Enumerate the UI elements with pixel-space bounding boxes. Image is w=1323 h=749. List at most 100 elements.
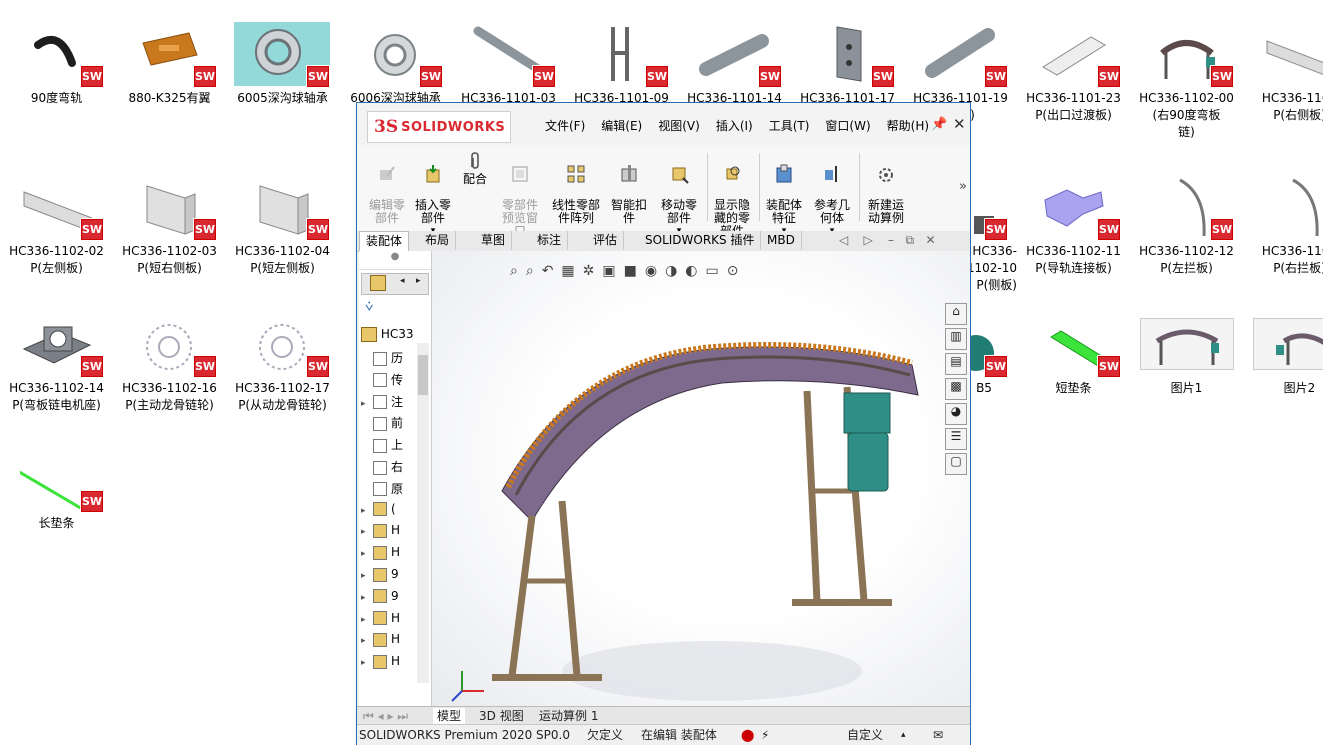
expand-icon[interactable]: ▸	[361, 636, 373, 646]
design-library-icon[interactable]: ▥	[945, 328, 967, 350]
desktop-icon-file[interactable]: SW HC336-1102-17 P(从动龙骨链轮)	[226, 295, 339, 435]
menu-view[interactable]: 视图(V)	[650, 117, 708, 134]
tree-item[interactable]: 前	[361, 414, 403, 434]
component-preview-window-button[interactable]: 零部件 预览窗 口	[495, 151, 545, 238]
desktop-icon-file[interactable]: SW HC336-1102-02 P(左侧板)	[0, 158, 113, 298]
rebuild-icon[interactable]: ⚡	[761, 725, 769, 745]
tab-layout[interactable]: 布局	[419, 231, 457, 250]
tab-solidworks-addins[interactable]: SOLIDWORKS 插件	[639, 231, 762, 250]
zoom-to-area-icon[interactable]: ⌕	[526, 263, 534, 279]
close-document-icon[interactable]: ✕	[925, 233, 935, 247]
desktop-icon-file[interactable]: SW HC336-1102-14 P(弯板链电机座)	[0, 295, 113, 435]
desktop-icon-image[interactable]: 图片1	[1130, 295, 1243, 435]
tab-assembly[interactable]: 装配体	[359, 231, 410, 251]
edit-component-button[interactable]: 编辑零 部件	[363, 151, 411, 225]
expand-icon[interactable]: ▸	[361, 615, 373, 625]
tab-evaluate[interactable]: 评估	[587, 231, 625, 250]
desktop-icon-image[interactable]: 图片2	[1243, 295, 1323, 435]
desktop-icon-file[interactable]: SW HC336-1102 P(右拦板)	[1243, 158, 1323, 298]
desktop-icon-file[interactable]: SW HC336-1102-04 P(短左侧板)	[226, 158, 339, 298]
panel-splitter-icon[interactable]: ●	[359, 251, 431, 270]
units-dropdown-icon[interactable]: ▴	[901, 725, 906, 745]
solidworks-logo[interactable]: 3S SOLIDWORKS	[367, 111, 511, 143]
tree-item[interactable]: ▸ H	[361, 611, 400, 631]
view-palette-icon[interactable]: ▩	[945, 378, 967, 400]
forum-icon[interactable]: ▢	[945, 453, 967, 475]
show-hidden-components-button[interactable]: 显示隐 藏的零 部件	[709, 151, 755, 238]
expand-icon[interactable]: ▸	[361, 658, 373, 668]
desktop-icon-file[interactable]: SW 短垫条	[1017, 295, 1130, 435]
expand-icon[interactable]: ▸	[361, 571, 373, 581]
feature-manager-tab-icon[interactable]	[370, 275, 386, 291]
view-settings-icon[interactable]: ▭	[706, 263, 719, 279]
desktop-icon-file[interactable]: SW HC336-1102-11 P(导轨连接板)	[1017, 158, 1130, 298]
restore-icon[interactable]: ⧉	[905, 233, 914, 247]
tree-item[interactable]: ▸ H	[361, 523, 400, 543]
solidworks-resources-icon[interactable]: ⌂	[945, 303, 967, 325]
desktop-icon-file[interactable]: SW HC336-1102-16 P(主动龙骨链轮)	[113, 295, 226, 435]
expand-icon[interactable]: ▸	[361, 593, 373, 603]
section-view-icon[interactable]: ▦	[561, 263, 574, 279]
scrollbar-thumb[interactable]	[418, 355, 428, 395]
desktop-icon-file[interactable]: SW HC336-1102-12 P(左拦板)	[1130, 158, 1243, 298]
desktop-icon-file[interactable]: SW HC336-1102 P(右侧板)	[1243, 5, 1323, 145]
mate-button[interactable]: 配合	[457, 151, 493, 186]
dynamic-annotation-icon[interactable]: ✲	[583, 263, 595, 279]
appearances-icon[interactable]: ◕	[945, 403, 967, 425]
realview-icon[interactable]: ⊙	[727, 263, 739, 279]
quick-tips-icon[interactable]: ✉	[933, 725, 943, 745]
tab-3d-views[interactable]: 3D 视图	[475, 708, 528, 724]
custom-properties-icon[interactable]: ☰	[945, 428, 967, 450]
zoom-to-fit-icon[interactable]: ⌕	[510, 263, 518, 279]
desktop-icon-file-selected[interactable]: SW 6005深沟球轴承	[226, 5, 339, 145]
rebuild-traffic-light-icon[interactable]: ⬤	[741, 725, 754, 745]
status-units[interactable]: 自定义	[847, 725, 883, 745]
desktop-icon-file[interactable]: SW HC336-1101-23 P(出口过渡板)	[1017, 5, 1130, 145]
previous-view-icon[interactable]: ↶	[542, 263, 554, 279]
tree-item[interactable]: ▸(	[361, 502, 396, 522]
tree-item[interactable]: 历	[361, 349, 403, 369]
file-explorer-icon[interactable]: ▤	[945, 353, 967, 375]
tab-mbd[interactable]: MBD	[761, 231, 802, 250]
edit-appearance-icon[interactable]: ◑	[665, 263, 677, 279]
filter-icon[interactable]: ⩒	[365, 299, 374, 315]
tree-root-assembly[interactable]: HC33	[361, 327, 414, 347]
tree-item[interactable]: ▸ H	[361, 654, 400, 674]
menu-edit[interactable]: 编辑(E)	[593, 117, 650, 134]
tab-model[interactable]: 模型	[433, 708, 466, 724]
tree-item[interactable]: ▸ 9	[361, 589, 399, 609]
tree-item[interactable]: ▸ H	[361, 632, 400, 652]
graphics-area[interactable]: ⌕ ⌕ ↶ ▦ ✲ ▣ ■ ◉ ◑ ◐ ▭ ⊙ ⌂ ▥ ▤ ▩ ◕ ☰ ▢	[432, 251, 970, 706]
tree-item[interactable]: 右	[361, 458, 403, 478]
tree-item[interactable]: 原	[361, 480, 403, 500]
tree-item[interactable]: ▸ 注	[361, 393, 403, 413]
menu-tools[interactable]: 工具(T)	[761, 117, 818, 134]
pin-icon[interactable]: 📌	[931, 117, 947, 132]
menu-file[interactable]: 文件(F)	[537, 117, 593, 134]
menu-insert[interactable]: 插入(I)	[708, 117, 761, 134]
menu-help[interactable]: 帮助(H)	[879, 117, 937, 134]
previous-icon[interactable]: ◁	[839, 233, 848, 247]
scroll-right-icon[interactable]: ▸	[416, 276, 421, 286]
tree-item[interactable]: ▸ H	[361, 545, 400, 565]
expand-icon[interactable]: ▸	[361, 527, 373, 537]
desktop-icon-file[interactable]: SW HC336-1102-00 (右90度弯板 链)	[1130, 5, 1243, 145]
tree-item[interactable]: 上	[361, 436, 403, 456]
tab-sketch[interactable]: 草图	[475, 231, 513, 250]
desktop-icon-file[interactable]: SW 长垫条	[0, 430, 113, 570]
menu-window[interactable]: 窗口(W)	[817, 117, 878, 134]
expand-icon[interactable]: ▸	[361, 506, 373, 516]
desktop-icon-file[interactable]: SW 880-K325有翼	[113, 5, 226, 145]
smart-fasteners-button[interactable]: 智能扣 件	[607, 151, 651, 225]
new-motion-study-button[interactable]: 新建运 动算例	[861, 151, 911, 225]
view-orientation-icon[interactable]: ▣	[602, 263, 615, 279]
tree-item[interactable]: ▸ 9	[361, 567, 399, 587]
tab-scroll-icons[interactable]: ⏮ ◂ ▸ ⏭	[359, 708, 412, 724]
expand-icon[interactable]: ▸	[361, 399, 373, 409]
minimize-icon[interactable]: –	[888, 233, 894, 247]
hide-show-icon[interactable]: ◉	[645, 263, 657, 279]
close-icon[interactable]: ✕	[953, 115, 966, 133]
desktop-icon-file[interactable]: SW HC336-1102-03 P(短右侧板)	[113, 158, 226, 298]
scene-icon[interactable]: ◐	[685, 263, 697, 279]
tree-scrollbar[interactable]	[417, 343, 429, 683]
